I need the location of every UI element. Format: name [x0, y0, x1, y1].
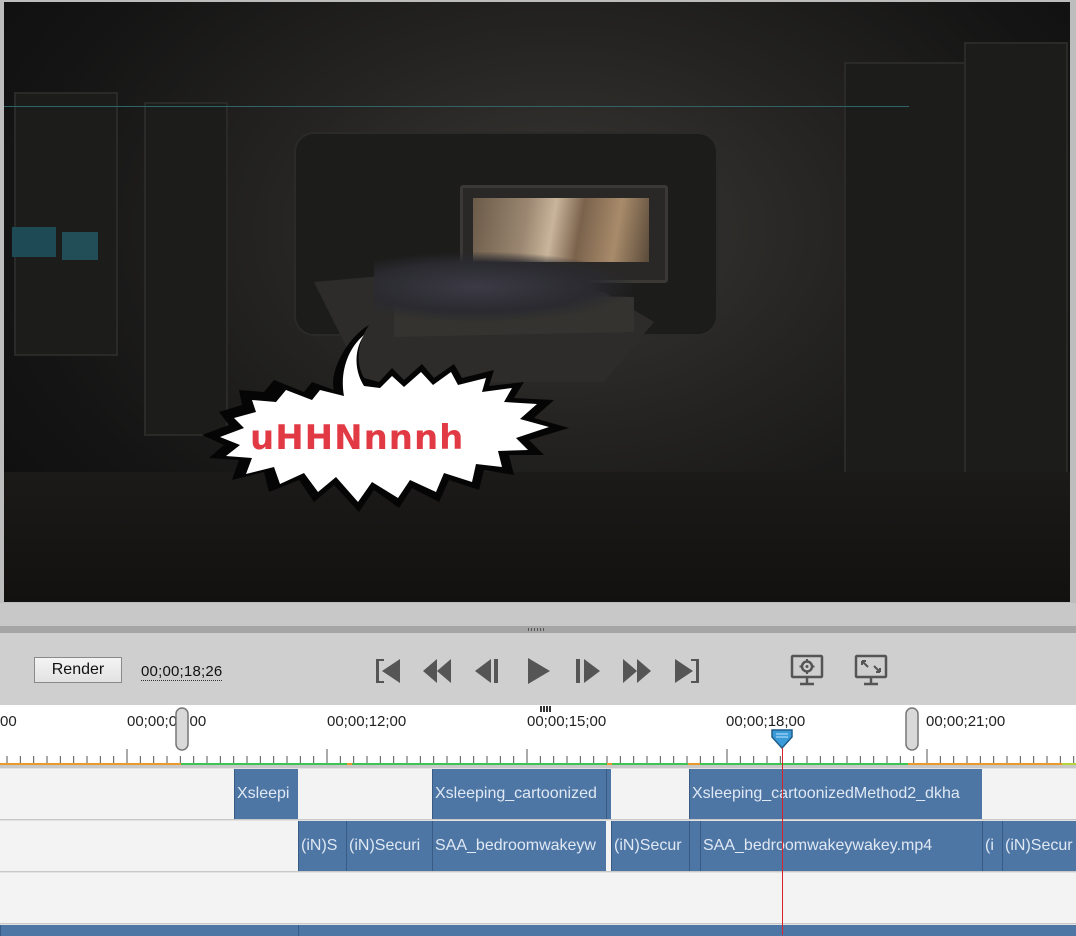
- overlay-guide-line: [4, 106, 909, 107]
- current-timecode[interactable]: 00;00;18;26: [141, 663, 223, 681]
- timeline-ruler[interactable]: 00 00;00;09;00 00;00;12;00 00;00;15;00 0…: [0, 705, 1076, 765]
- timeline-clip[interactable]: (iN)Securi: [346, 821, 432, 871]
- play-icon: [528, 658, 550, 684]
- fast-forward-icon: [623, 659, 651, 683]
- panel-splitter[interactable]: [0, 626, 1076, 633]
- screen-left: [12, 227, 56, 257]
- playhead-line: [782, 748, 783, 935]
- ruler-label: 00;00;12;00: [327, 713, 407, 730]
- monitor-expand-icon: [854, 654, 888, 686]
- timeline-clip[interactable]: [298, 925, 1076, 936]
- preview-video-frame[interactable]: [4, 2, 1070, 602]
- ruler-ticks: [6, 749, 1075, 763]
- monitor-gear-icon: [790, 654, 824, 686]
- timeline-clip[interactable]: (iN)Secur: [611, 821, 689, 871]
- previous-edit-button[interactable]: [421, 655, 453, 687]
- timeline-clip[interactable]: (i: [982, 821, 1002, 871]
- rendered-segment: [1062, 763, 1076, 765]
- step-back-button[interactable]: [471, 655, 503, 687]
- next-edit-button[interactable]: [621, 655, 653, 687]
- left-wall-panel: [14, 92, 118, 356]
- range-start-handle[interactable]: [175, 707, 189, 751]
- transport-bar: Render 00;00;18;26: [0, 633, 1076, 705]
- rendered-segment: [700, 763, 908, 765]
- speech-bubble-text: uHHNnnnh: [250, 418, 465, 458]
- timeline-clip-sliver[interactable]: [689, 821, 700, 871]
- rendered-segment: [181, 763, 347, 765]
- ruler-label: 00: [0, 713, 17, 730]
- step-back-icon: [475, 659, 498, 683]
- skip-to-end-icon: [675, 659, 699, 683]
- go-to-start-button[interactable]: [372, 655, 404, 687]
- timeline-clip[interactable]: SAA_bedroomwakeyw: [432, 821, 606, 871]
- ruler-grip[interactable]: [540, 706, 551, 712]
- timeline-clip[interactable]: (iN)S: [298, 821, 346, 871]
- timeline-clip[interactable]: (iN)Secur: [1002, 821, 1076, 871]
- splitter-grip[interactable]: [528, 628, 546, 631]
- sleeping-figure: [374, 252, 634, 322]
- skip-to-start-icon: [376, 659, 400, 683]
- ruler-label: 00;00;15;00: [527, 713, 607, 730]
- video-track-4: [0, 924, 1076, 936]
- render-button[interactable]: Render: [34, 657, 122, 683]
- timeline-clip[interactable]: Xsleeping_cartoonized: [432, 769, 606, 819]
- timeline-clip-sliver[interactable]: [606, 769, 611, 819]
- rendered-segment: [612, 763, 688, 765]
- ruler-label: 00;00;09;00: [127, 713, 207, 730]
- go-to-end-button[interactable]: [671, 655, 703, 687]
- rewind-icon: [423, 659, 451, 683]
- right-door-panel: [844, 62, 968, 506]
- range-end-handle[interactable]: [905, 707, 919, 751]
- rendered-segment: [352, 763, 607, 765]
- ruler-label: 00;00;18;00: [726, 713, 806, 730]
- timeline-clip[interactable]: Xsleeping_cartoonizedMethod2_dkha: [689, 769, 982, 819]
- step-forward-button[interactable]: [572, 655, 604, 687]
- video-track-2: (iN)S (iN)Securi SAA_bedroomwakeyw (iN)S…: [0, 820, 1076, 871]
- video-track-1: Xsleepi Xsleeping_cartoonized Xsleeping_…: [0, 768, 1076, 819]
- timeline-clip[interactable]: SAA_bedroomwakeywakey.mp4: [700, 821, 982, 871]
- play-button[interactable]: [522, 655, 554, 687]
- timeline-clip[interactable]: Xsleepi: [234, 769, 298, 819]
- video-track-3: [0, 872, 1076, 923]
- timeline-clip[interactable]: [0, 925, 298, 936]
- screen-left-2: [62, 232, 98, 260]
- right-wall-panel: [964, 42, 1068, 526]
- preview-panel: uHHNnnnh: [0, 0, 1076, 603]
- step-forward-icon: [576, 659, 600, 683]
- preview-settings-button[interactable]: [790, 653, 824, 687]
- fullscreen-preview-button[interactable]: [854, 653, 888, 687]
- ruler-label: 00;00;21;00: [926, 713, 1006, 730]
